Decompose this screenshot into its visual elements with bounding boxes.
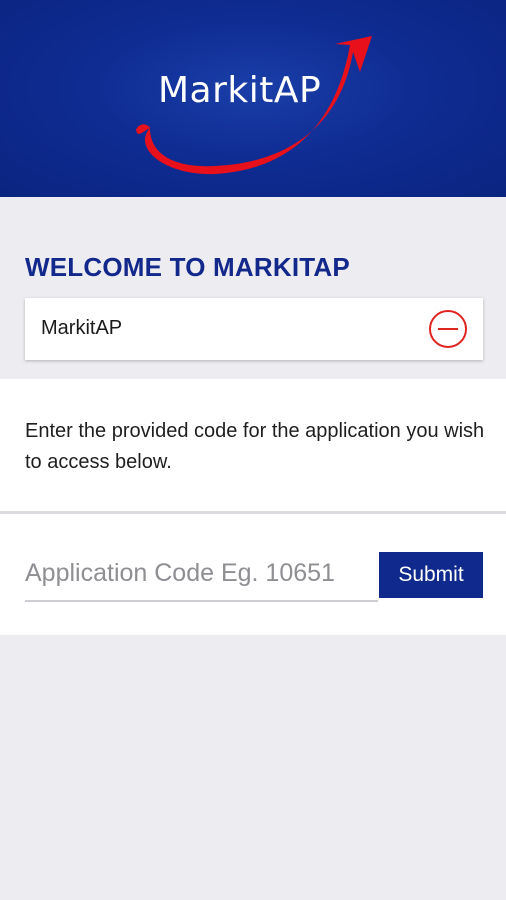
application-code-input[interactable] [25, 546, 378, 602]
submit-button[interactable]: Submit [379, 552, 483, 598]
welcome-title: WELCOME TO MARKITAP [25, 252, 350, 282]
info-text: Enter the provided code for the applicat… [25, 420, 485, 473]
minus-circle-icon [429, 310, 467, 348]
info-section: Enter the provided code for the applicat… [0, 379, 506, 511]
remove-app-button[interactable] [428, 309, 468, 349]
code-form: Submit [0, 514, 506, 635]
app-header: MarkitAP [0, 0, 506, 197]
selected-app-name: MarkitAP [41, 317, 123, 339]
selected-app-card: MarkitAP [25, 298, 483, 360]
logo-text: MarkitAP [158, 70, 322, 111]
